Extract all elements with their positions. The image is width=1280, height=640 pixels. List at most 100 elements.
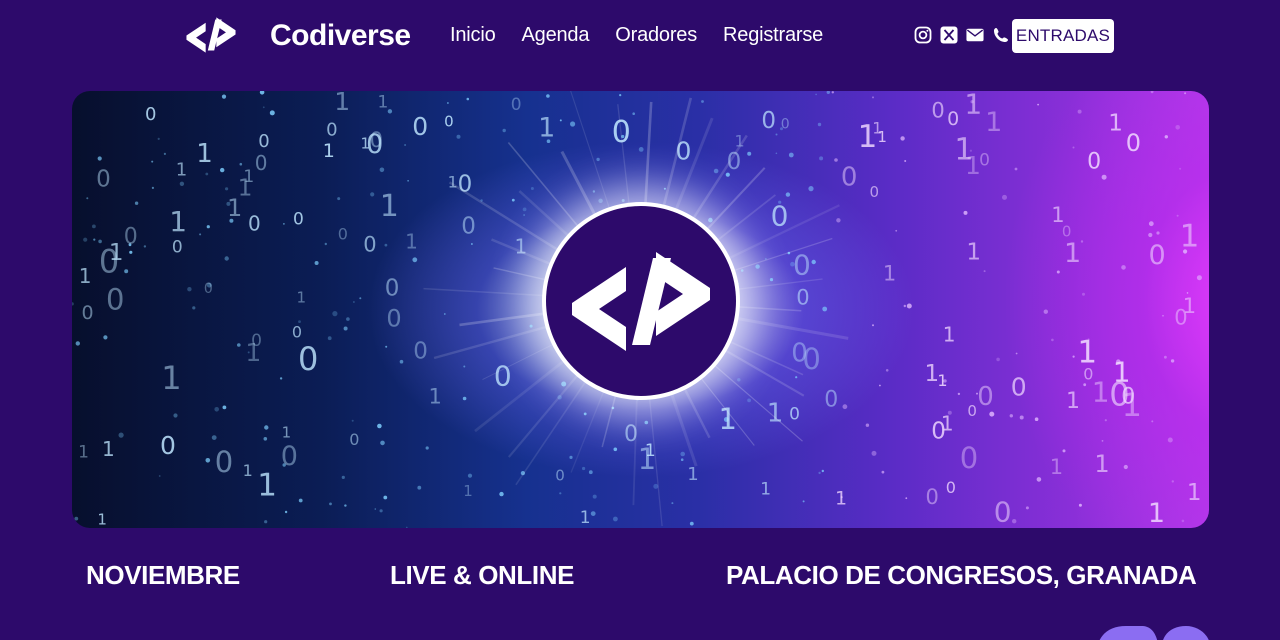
glow-dot [598, 198, 603, 203]
glow-dot [788, 152, 794, 158]
binary-digit: 0 [555, 467, 565, 485]
binary-digit: 1 [925, 361, 940, 387]
brand[interactable]: Codiverse [184, 10, 411, 60]
binary-digit: 0 [977, 382, 994, 412]
phone-icon[interactable] [992, 26, 1010, 44]
glow-dot [370, 192, 375, 197]
binary-digit: 1 [79, 264, 92, 288]
hero-logo-badge [546, 206, 736, 396]
glow-dot [379, 167, 385, 173]
glow-dot [314, 261, 319, 265]
glow-dot [83, 237, 88, 242]
nav-link-registrarse[interactable]: Registrarse [723, 24, 823, 47]
glow-dot [74, 516, 79, 521]
glow-dot [1025, 506, 1029, 510]
binary-digit: 0 [349, 430, 359, 449]
glow-dot [374, 508, 377, 510]
glow-dot [592, 190, 596, 193]
glow-dot [737, 378, 741, 382]
glow-dot [471, 243, 473, 245]
glow-dot [97, 156, 102, 161]
binary-digit: 0 [931, 99, 944, 123]
glow-dot [872, 96, 874, 99]
glow-dot [638, 147, 644, 152]
glow-dot [815, 93, 817, 96]
binary-digit: 0 [461, 213, 476, 239]
glow-dot [900, 136, 905, 141]
tickets-button[interactable]: ENTRADAS [1012, 19, 1114, 53]
glow-dot [1184, 92, 1187, 95]
binary-digit: 0 [960, 441, 978, 475]
binary-digit: 0 [789, 405, 800, 425]
instagram-icon[interactable] [914, 26, 932, 44]
x-icon[interactable] [940, 26, 958, 44]
binary-digit: 1 [1092, 376, 1110, 409]
glow-dot [1148, 232, 1153, 238]
event-format: LIVE & ONLINE [390, 560, 575, 590]
nav-link-agenda[interactable]: Agenda [522, 24, 590, 47]
binary-digit: 1 [943, 323, 956, 347]
glow-dot [163, 152, 166, 155]
glow-dot [681, 211, 684, 215]
glow-dot [769, 278, 774, 282]
binary-digit: 1 [378, 93, 389, 113]
glow-dot [298, 498, 303, 503]
glow-dot [379, 509, 383, 513]
glow-dot [462, 396, 467, 401]
glow-dot [447, 102, 449, 104]
glow-dot [407, 180, 409, 182]
nav-link-inicio[interactable]: Inicio [450, 24, 496, 47]
binary-digit: 1 [1148, 498, 1165, 528]
glow-dot [590, 511, 596, 516]
glow-dot [871, 450, 877, 456]
glow-dot [412, 257, 418, 263]
glow-dot [417, 485, 422, 490]
glow-dot [399, 359, 404, 364]
glow-dot [583, 412, 587, 416]
glow-dot [1077, 109, 1082, 114]
glow-dot [989, 411, 995, 417]
glow-dot [502, 128, 506, 133]
glow-dot [263, 437, 268, 441]
glow-dot [872, 324, 874, 327]
binary-digit: 1 [1051, 203, 1064, 227]
glow-dot [983, 270, 986, 273]
glow-dot [499, 491, 504, 497]
glow-dot [1104, 419, 1107, 422]
binary-digit: 1 [380, 189, 399, 224]
binary-digit: 1 [638, 442, 656, 476]
binary-digit: 1 [883, 261, 896, 285]
binary-digit: 0 [926, 485, 939, 509]
glow-dot [384, 243, 388, 247]
glow-dot [885, 369, 889, 372]
code-brackets-logo-icon [572, 251, 710, 351]
binary-digit: 0 [761, 108, 776, 134]
binary-digit: 1 [966, 239, 981, 265]
glow-dot [466, 97, 470, 101]
binary-digit: 1 [238, 176, 253, 202]
glow-dot [353, 301, 355, 303]
glow-dot [619, 94, 622, 97]
glow-dot [747, 151, 752, 156]
glow-dot [377, 423, 382, 429]
mail-icon[interactable] [966, 26, 984, 44]
glow-dot [359, 297, 362, 300]
glow-dot [151, 186, 154, 189]
glow-dot [1175, 125, 1180, 130]
glow-dot [1072, 355, 1075, 358]
binary-digit: 1 [245, 338, 261, 367]
social-links [914, 26, 1010, 44]
binary-digit: 0 [1011, 373, 1027, 402]
binary-digit: 0 [781, 116, 790, 132]
binary-digit: 0 [946, 478, 956, 497]
glow-dot [211, 435, 217, 440]
glow-dot [1196, 275, 1202, 281]
binary-digit: 0 [338, 224, 348, 243]
glow-dot [511, 198, 515, 202]
binary-digit: 1 [78, 442, 89, 462]
glow-dot [905, 497, 908, 500]
glow-dot [222, 405, 227, 410]
nav-link-oradores[interactable]: Oradores [615, 24, 697, 47]
binary-digit: 1 [1064, 238, 1081, 269]
binary-digit: 0 [172, 237, 183, 257]
